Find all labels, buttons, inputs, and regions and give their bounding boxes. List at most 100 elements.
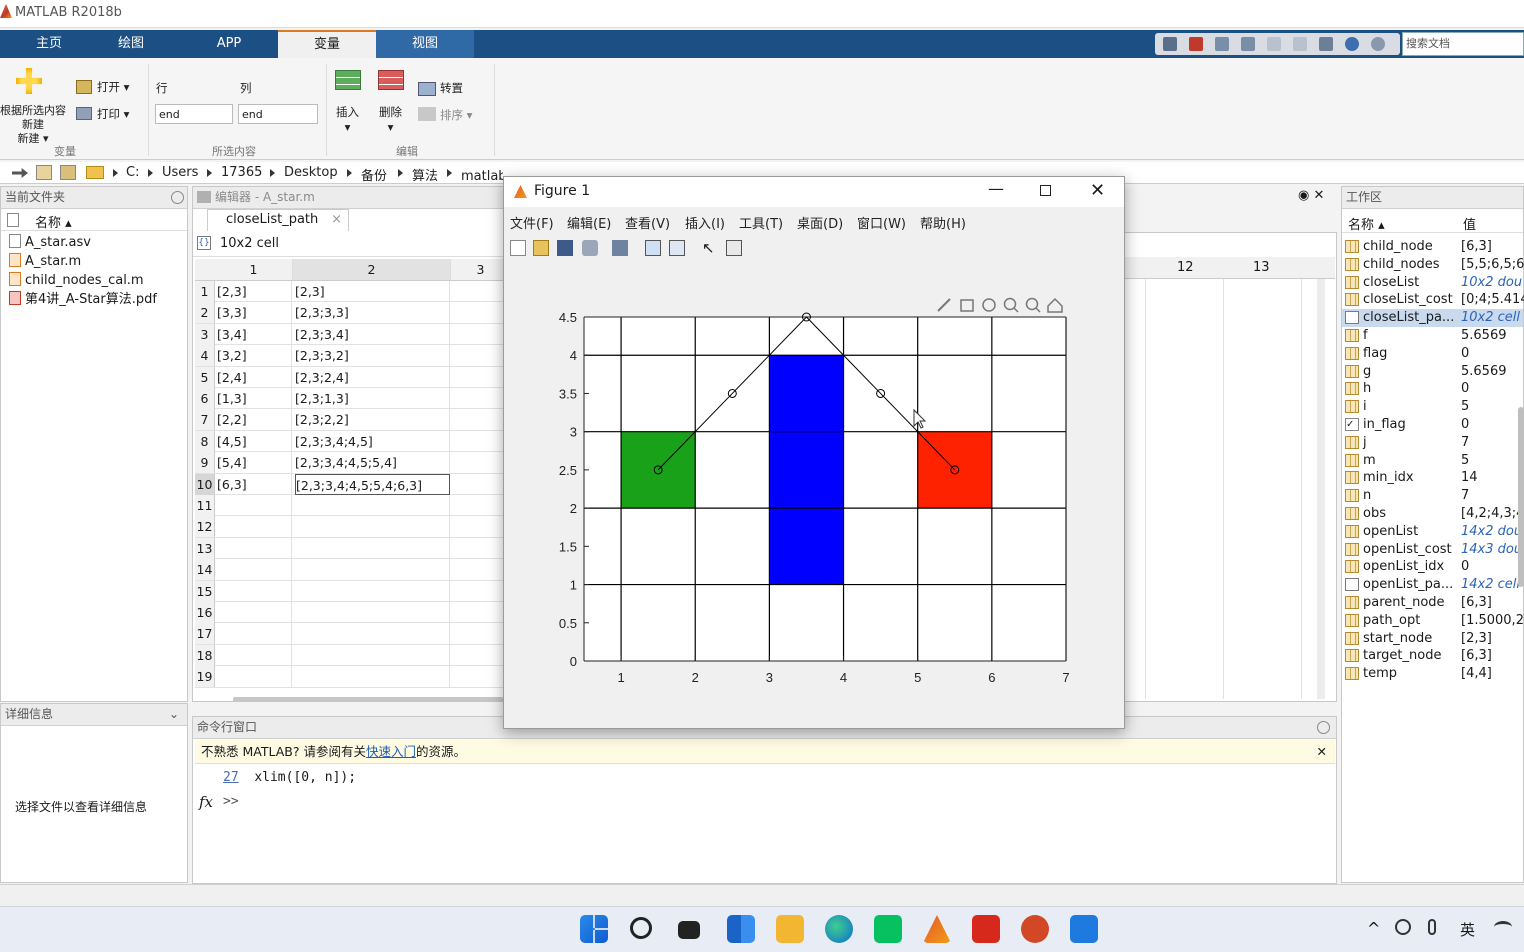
restore-view-icon[interactable]	[1047, 297, 1063, 313]
column-header[interactable]: 1	[215, 259, 293, 280]
table-cell[interactable]: [2,4]	[217, 366, 292, 388]
insert-button[interactable]: 插入 ▾	[336, 104, 359, 134]
table-cell[interactable]	[217, 559, 292, 581]
row-number[interactable]: 15	[195, 580, 215, 602]
tab-view[interactable]: 视图	[376, 30, 474, 58]
breadcrumb-item[interactable]: Users	[162, 165, 198, 180]
table-cell[interactable]: [2,3;3,4]	[295, 323, 450, 345]
close-banner-icon[interactable]: ✕	[1317, 740, 1327, 763]
variable-tab[interactable]: closeList_path ×	[207, 209, 349, 231]
history-line-number[interactable]: 27	[223, 770, 239, 785]
matlab-taskbar-icon[interactable]	[923, 915, 951, 943]
data-tips-icon[interactable]	[960, 299, 974, 312]
row-number[interactable]: 7	[195, 409, 215, 431]
workspace-variable-row[interactable]: openList_idx 0	[1342, 558, 1523, 576]
table-cell[interactable]	[217, 495, 292, 516]
table-cell[interactable]	[217, 644, 292, 666]
sync-icon[interactable]	[1395, 919, 1411, 935]
workspace-variable-row[interactable]: j7	[1342, 434, 1523, 452]
tab-variable[interactable]: 变量	[278, 30, 376, 58]
microphone-icon[interactable]	[1428, 919, 1436, 935]
row-number[interactable]: 13	[195, 537, 215, 559]
row-number[interactable]: 10	[195, 473, 215, 495]
panel-menu-icon[interactable]	[171, 191, 184, 204]
details-header[interactable]: 详细信息 ⌄	[1, 704, 187, 726]
paste-icon[interactable]	[1241, 37, 1255, 51]
workspace-variable-row[interactable]: openList 14x2 dou	[1342, 523, 1523, 541]
table-cell[interactable]	[295, 559, 450, 581]
table-cell[interactable]	[295, 602, 450, 623]
browse-folder-icon[interactable]	[60, 165, 76, 180]
menu-tools[interactable]: 工具(T)	[739, 213, 783, 232]
input-method-indicator[interactable]: 英	[1460, 919, 1475, 940]
breadcrumb-item[interactable]: 17365	[221, 165, 262, 180]
edit-plot-pointer-icon[interactable]: ↖	[702, 240, 718, 256]
open-button[interactable]: 打开 ▾	[97, 79, 129, 95]
edge-browser-icon[interactable]	[825, 915, 853, 943]
table-cell[interactable]	[217, 602, 292, 623]
open-file-icon[interactable]	[533, 240, 549, 256]
row-number[interactable]: 9	[195, 452, 215, 474]
panel-menu-icon[interactable]: ◉	[1298, 188, 1309, 203]
file-item[interactable]: A_star.m	[9, 252, 157, 271]
table-cell[interactable]	[295, 666, 450, 688]
quick-start-link[interactable]: 快速入门	[366, 744, 416, 759]
table-cell[interactable]: [4,5]	[217, 430, 292, 452]
file-item[interactable]: child_nodes_cal.m	[9, 271, 157, 290]
panel-menu-icon[interactable]	[1317, 721, 1330, 734]
zoom-out-icon[interactable]	[1025, 297, 1041, 313]
menu-edit[interactable]: 编辑(E)	[567, 213, 611, 232]
workspace-variable-row[interactable]: h0	[1342, 380, 1523, 398]
table-cell[interactable]	[217, 580, 292, 602]
command-prompt[interactable]: >>	[223, 794, 239, 809]
switch-windows-icon[interactable]	[1319, 37, 1333, 51]
save-icon[interactable]	[1163, 37, 1177, 51]
wifi-icon[interactable]	[1494, 921, 1512, 933]
row-number[interactable]: 1	[195, 281, 215, 302]
save-figure-icon[interactable]	[557, 240, 573, 256]
row-number[interactable]: 6	[195, 388, 215, 409]
vertical-scrollbar[interactable]	[1317, 279, 1325, 699]
close-tab-icon[interactable]: ×	[331, 210, 342, 230]
workspace-variable-row[interactable]: ✓ in_flag 0	[1342, 416, 1523, 434]
table-cell[interactable]: [2,3;3,4;4,5]	[295, 430, 450, 452]
table-cell[interactable]: [2,3;1,3]	[295, 388, 450, 409]
workspace-variable-row[interactable]: g 5.6569	[1342, 363, 1523, 381]
row-number[interactable]: 16	[195, 602, 215, 623]
table-cell[interactable]	[217, 516, 292, 538]
insert-colorbar-icon[interactable]	[645, 240, 661, 256]
up-folder-icon[interactable]	[36, 165, 52, 180]
file-explorer-icon[interactable]	[776, 915, 804, 943]
row-number[interactable]: 14	[195, 559, 215, 581]
column-header[interactable]: 3	[451, 259, 503, 280]
task-view-icon[interactable]	[678, 921, 700, 939]
tab-plots[interactable]: 绘图	[82, 30, 180, 58]
tray-chevron-up-icon[interactable]: ^	[1367, 919, 1380, 938]
editor-header[interactable]: 编辑器 - A_star.m	[193, 187, 503, 209]
column-header[interactable]: 2	[293, 259, 451, 280]
workspace-variable-row[interactable]: closeList_pa... 10x2 cell	[1342, 309, 1523, 327]
widgets-icon[interactable]	[727, 915, 755, 943]
brush-icon[interactable]	[937, 298, 951, 312]
acrobat-icon[interactable]	[972, 915, 1000, 943]
table-cell[interactable]: [2,3;2,2]	[295, 409, 450, 431]
table-cell[interactable]: [3,2]	[217, 345, 292, 367]
workspace-variable-row[interactable]: path_opt [1.5000,2.	[1342, 612, 1524, 630]
table-cell[interactable]: [3,4]	[217, 323, 292, 345]
row-range-input[interactable]: end	[155, 104, 233, 124]
file-item[interactable]: 第4讲_A-Star算法.pdf	[9, 290, 157, 309]
table-cell[interactable]	[217, 666, 292, 688]
row-number[interactable]: 5	[195, 366, 215, 388]
table-cell[interactable]: [2,3]	[295, 281, 450, 302]
workspace-variable-row[interactable]: m5	[1342, 452, 1523, 470]
table-cell[interactable]: [5,4]	[217, 452, 292, 474]
wechat-icon[interactable]	[874, 915, 902, 943]
close-icon[interactable]: ✕	[1313, 188, 1324, 203]
table-cell[interactable]: [2,3]	[217, 281, 292, 302]
property-editor-icon[interactable]	[726, 240, 742, 256]
transpose-button[interactable]: 转置	[440, 80, 463, 96]
menu-help[interactable]: 帮助(H)	[920, 213, 966, 232]
table-cell[interactable]	[295, 623, 450, 645]
start-icon[interactable]	[580, 915, 608, 943]
photos-icon[interactable]	[1070, 915, 1098, 943]
